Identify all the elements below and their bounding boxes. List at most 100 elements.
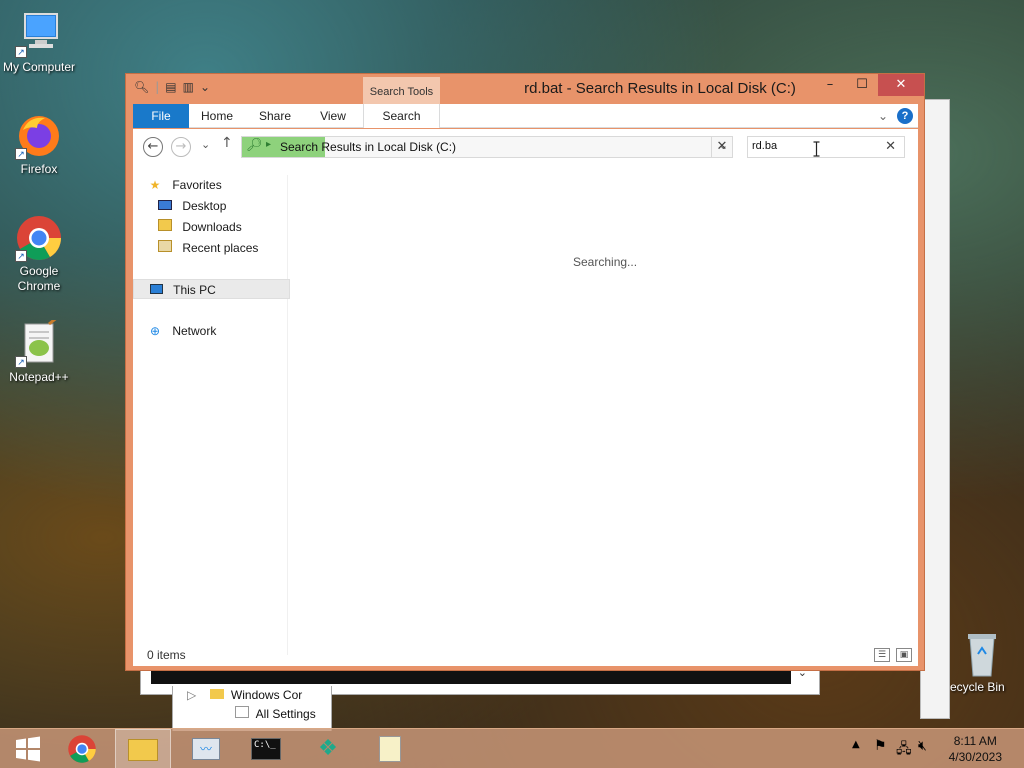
desktop-icon-chrome[interactable]: ↗ Google Chrome [0,214,78,294]
shortcut-arrow-icon: ↗ [15,250,27,262]
nav-label: Recent places [182,241,259,255]
desktop-folder-icon [157,196,173,216]
explorer-window[interactable]: 🔍︎ | ▤ ▥ ⌄ Search Tools rd.bat - Search … [125,73,925,671]
search-results-icon: 🔎︎ [246,138,263,153]
help-icon[interactable]: ? [897,108,913,124]
up-arrow-icon[interactable]: ↑ [221,135,233,151]
navigation-pane: ★ Favorites Desktop Downloads Recent pla… [133,175,290,655]
nav-label: This PC [173,283,216,297]
desktop-icon-my-computer[interactable]: ↗ My Computer [0,10,78,75]
window-controls: – ☐ ✕ [814,74,924,96]
folder-icon [209,689,224,699]
navigation-bar: ← → ⌄ ↑ 🔎︎ ▸ Search Results in Local Dis… [133,129,918,163]
desktop-icon-label: Notepad++ [9,370,69,384]
search-input[interactable] [752,140,872,152]
taskbar-notepad[interactable] [362,729,418,768]
recent-places-icon [157,238,173,258]
recycle-bin-icon [958,630,1006,678]
show-hidden-icons-icon[interactable]: ▲ [852,739,860,750]
notepad-icon [379,736,401,762]
desktop-icon-label: My Computer [2,60,76,74]
volume-muted-icon[interactable]: 🔇︎ [918,738,927,754]
nav-label: Downloads [182,220,242,234]
taskbar-system-monitor[interactable]: 〰 [178,729,234,768]
forward-button[interactable]: → [171,137,191,157]
command-prompt-icon: C:\_ [251,738,281,760]
nav-network[interactable]: ⊕ Network [147,321,216,341]
ribbon-tabs: File Home Share View Search ⌄ ? [133,104,918,128]
taskbar-network-app[interactable]: ❖ [300,729,356,768]
nav-label: Network [172,324,217,338]
system-tray: ▲ ⚑ 🖧︎ 🔇︎ 8:11 AM 4/30/2023 [844,729,1024,768]
computer-icon [148,280,164,300]
tab-file[interactable]: File [133,104,189,128]
network-icon: ⊕ [149,324,161,338]
nav-recent-places[interactable]: Recent places [157,238,258,258]
status-bar: 0 items ☰ ▣ [133,644,918,666]
network-cubes-icon: ❖ [318,736,338,761]
firefox-icon: ↗ [15,112,63,160]
desktop-icon-label: Google Chrome [17,264,61,293]
nav-label: Desktop [182,199,227,213]
text-cursor-icon [813,141,820,157]
background-tree-panel: ▷ Windows Cor All Settings [172,686,332,731]
explorer-content: ← → ⌄ ↑ 🔎︎ ▸ Search Results in Local Dis… [133,129,918,666]
nav-desktop[interactable]: Desktop [157,196,226,216]
clock-date: 4/30/2023 [948,750,1002,764]
close-button[interactable]: ✕ [878,74,924,96]
settings-list-icon [235,706,249,718]
tree-item[interactable]: ▷ Windows Cor [187,688,303,702]
searching-status-text: Searching... [573,255,638,269]
nav-downloads[interactable]: Downloads [157,217,242,237]
back-button[interactable]: ← [143,137,163,157]
taskbar-file-explorer[interactable] [115,729,171,768]
maximize-button[interactable]: ☐ [846,74,878,96]
taskbar-command-prompt[interactable]: C:\_ [238,729,294,768]
windows-logo-icon [16,736,40,762]
stop-search-button[interactable]: ✕ [711,136,733,158]
nav-this-pc[interactable]: This PC [133,279,290,299]
clock[interactable]: 8:11 AM 4/30/2023 [949,733,1002,765]
recent-locations-dropdown-icon[interactable]: ⌄ [201,138,210,151]
tree-item[interactable]: All Settings [235,706,316,721]
search-box[interactable]: ✕ [747,136,905,158]
tab-home[interactable]: Home [189,104,245,128]
item-count: 0 items [147,648,186,662]
tab-search[interactable]: Search [363,104,440,128]
clock-time: 8:11 AM [953,734,997,748]
tree-item-label: Windows Cor [230,688,303,702]
network-status-icon[interactable]: 🖧︎ [896,738,912,762]
performance-monitor-icon: 〰 [192,738,220,760]
title-bar[interactable]: 🔍︎ | ▤ ▥ ⌄ Search Tools rd.bat - Search … [126,74,924,104]
breadcrumb-separator-icon[interactable]: ▸ [266,139,271,150]
folder-icon [128,739,158,761]
taskbar-chrome[interactable] [54,729,110,768]
minimize-button[interactable]: – [814,74,846,96]
desktop-icon-label: Firefox [20,162,58,176]
nav-label: Favorites [172,178,222,192]
shortcut-arrow-icon: ↗ [15,148,27,160]
desktop-icon-notepadpp[interactable]: ↗ Notepad++ [0,314,78,385]
details-view-icon[interactable]: ☰ [874,648,890,662]
chrome-icon: ↗ [15,214,63,262]
address-bar[interactable]: 🔎︎ ▸ Search Results in Local Disk (C:) ⌄ [241,136,733,158]
chrome-icon [68,735,96,763]
start-button[interactable] [0,729,56,768]
expand-arrow-icon[interactable]: ▷ [187,688,196,702]
view-buttons: ☰ ▣ [874,648,912,662]
desktop-icon-label: ecycle Bin [950,680,1005,694]
action-center-flag-icon[interactable]: ⚑ [874,738,887,754]
tab-view[interactable]: View [305,104,361,128]
taskbar: 〰 C:\_ ❖ ▲ ⚑ 🖧︎ 🔇︎ 8:11 AM 4/30/2023 [0,728,1024,768]
shortcut-arrow-icon: ↗ [15,46,27,58]
clear-search-icon[interactable]: ✕ [885,139,896,154]
expand-ribbon-icon[interactable]: ⌄ [876,104,890,128]
computer-icon: ↗ [15,10,63,58]
notepadpp-icon: ↗ [15,314,63,368]
desktop-icon-recycle-bin[interactable]: ecycle Bin [940,630,1024,695]
large-icons-view-icon[interactable]: ▣ [896,648,912,662]
nav-favorites[interactable]: ★ Favorites [147,175,222,195]
tab-share[interactable]: Share [245,104,305,128]
desktop-icon-firefox[interactable]: ↗ Firefox [0,112,78,177]
downloads-folder-icon [157,217,173,237]
